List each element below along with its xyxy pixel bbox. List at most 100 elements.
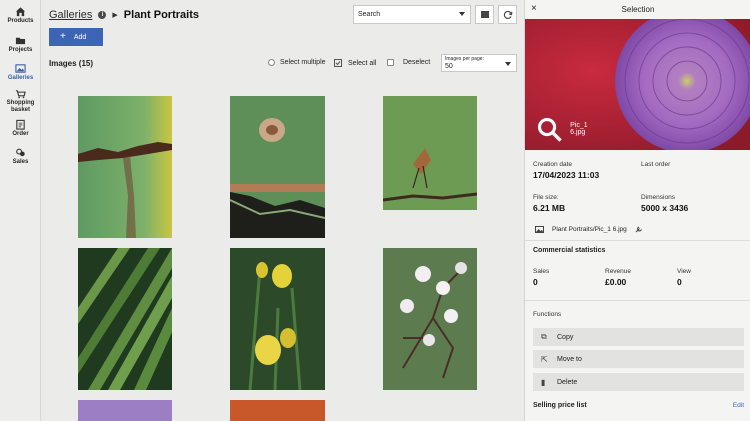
chevron-right-icon: ▶ [112,12,118,19]
panel-title: Selection [621,5,655,14]
view-label: View [677,268,691,275]
select-multiple-checkbox[interactable] [268,59,275,66]
filename: Pic_1 6.jpg [570,122,588,137]
image-thumbnail[interactable] [78,400,172,421]
deselect-checkbox[interactable] [387,59,394,66]
file-size-label: File size: [533,194,559,201]
copy-label: Copy [557,333,574,341]
nav-label: Sales [12,159,29,165]
main-content: Galleries i ▶ Plant Portraits Search + A… [41,0,524,421]
plus-icon: + [60,31,66,42]
select-all-icon [334,59,342,67]
deselect-control[interactable]: Deselect [387,59,430,66]
sales-value: 0 [533,277,538,287]
leaf-tear-image [78,96,172,238]
search-icon[interactable] [537,117,562,142]
image-thumbnail[interactable] [230,248,325,390]
select-all-control[interactable]: Select all [334,59,376,67]
functions-heading: Functions [533,311,562,318]
nav-label: Galleries [7,75,34,81]
copy-button[interactable]: ⧉ Copy [533,328,744,346]
purple-flower-image [78,400,172,421]
delete-button[interactable]: ▮ Delete [533,373,744,391]
home-icon [15,7,26,17]
close-icon[interactable]: × [531,3,537,14]
leaf-hole-image [230,96,325,238]
per-page-value: 50 [445,63,453,70]
trash-icon: ▮ [541,377,546,387]
nav-item-shopping-basket[interactable]: Shopping basket [0,88,41,114]
folder-icon [15,37,26,45]
file-size-value: 6.21 MB [533,203,566,213]
select-all-label: Select all [348,59,377,67]
list-view-icon [480,11,489,18]
palm-leaf-image [78,248,172,390]
sales-icon [16,148,25,157]
nav-item-products[interactable]: Products [0,6,41,25]
cherry-blossom-image [383,248,477,390]
sales-label: Sales [533,268,550,275]
view-toggle-button[interactable] [475,5,494,24]
chevron-down-icon [459,12,465,16]
dimensions-label: Dimensions [641,194,675,201]
revenue-label: Revenue [605,268,632,275]
image-thumbnail[interactable] [230,96,325,238]
file-path-row: Plant Portraits/Pic_1 6.jpg [535,225,643,233]
divider [525,300,750,301]
order-icon [16,119,25,130]
refresh-icon [503,10,512,19]
divider [525,240,750,241]
nav-label: Products [7,18,34,24]
add-button[interactable]: + Add [49,28,103,46]
filename-caption: Pic_1 6.jpg [537,117,588,142]
search-select[interactable]: Search [353,5,471,24]
view-value: 0 [677,277,682,287]
file-path: Plant Portraits/Pic_1 6.jpg [552,225,627,233]
last-order-label: Last order [641,161,671,168]
images-per-page-select[interactable]: Images per page: 50 [441,54,517,72]
nav-item-order[interactable]: Order [0,119,41,138]
orange-leaf-image [230,400,325,421]
breadcrumb: Galleries i ▶ Plant Portraits [49,7,199,23]
creation-date-value: 17/04/2023 11:03 [533,170,600,180]
selection-panel: × Selection Pic_1 6.jpg Creation date 17… [524,0,750,421]
move-to-label: Move to [557,355,582,363]
image-thumbnail[interactable] [383,96,477,210]
images-count: Images (15) [49,59,94,68]
refresh-button[interactable] [498,5,517,24]
move-icon: ⇱ [541,354,548,364]
edit-link[interactable]: Edit [733,402,744,409]
nav-label: Shopping basket [6,100,35,113]
image-thumbnail[interactable] [78,96,172,238]
butterfly-leaf-image [383,96,477,210]
nav-label: Projects [8,47,33,53]
dimensions-value: 5000 x 3436 [641,203,689,213]
nav-item-galleries[interactable]: Galleries [0,63,41,82]
revenue-value: £0.00 [605,277,627,287]
move-to-button[interactable]: ⇱ Move to [533,350,744,368]
gallery-icon [15,64,26,73]
info-icon[interactable]: i [98,11,107,19]
select-multiple-label: Select multiple [280,59,326,66]
image-thumbnail[interactable] [78,248,172,390]
commercial-stats-heading: Commercial statistics [533,247,606,254]
yellow-iris-image [230,248,325,390]
image-icon [535,225,544,233]
nav-item-projects[interactable]: Projects [0,35,41,54]
preview-image: Pic_1 6.jpg [525,19,750,150]
breadcrumb-galleries-link[interactable]: Galleries [49,9,92,21]
page-title: Plant Portraits [123,9,199,21]
add-label: Add [73,33,87,41]
left-nav: Products Projects Galleries Shopping bas… [0,0,41,421]
selling-price-list-heading: Selling price list [533,402,587,409]
image-thumbnail[interactable] [383,248,477,390]
chevron-down-icon [505,62,511,66]
nav-item-sales[interactable]: Sales [0,147,41,166]
panel-header: × Selection [525,0,750,19]
basket-icon [15,90,26,99]
nav-label: Order [12,131,29,137]
select-multiple-control[interactable]: Select multiple [268,59,326,66]
wrench-icon[interactable] [635,225,643,233]
image-thumbnail[interactable] [230,400,325,421]
copy-icon: ⧉ [541,332,547,341]
